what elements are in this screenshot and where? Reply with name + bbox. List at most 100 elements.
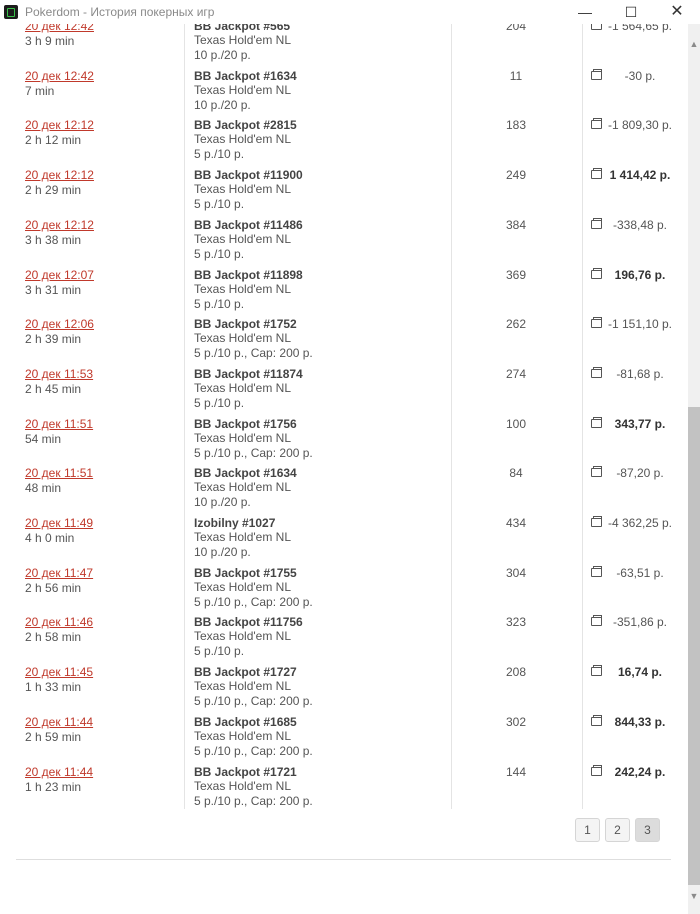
- date-link[interactable]: 20 дек 12:12: [25, 118, 94, 132]
- page-3-button[interactable]: 3: [635, 818, 660, 842]
- table-name: BB Jackpot #1755: [194, 565, 297, 580]
- date-link[interactable]: 20 дек 12:42: [25, 69, 94, 83]
- result-amount: 844,33 р.: [614, 714, 666, 729]
- wallet-icon[interactable]: [591, 118, 602, 130]
- date-link[interactable]: 20 дек 11:51: [25, 466, 93, 480]
- wallet-icon[interactable]: [591, 168, 602, 180]
- table-name: BB Jackpot #11898: [194, 267, 303, 282]
- wallet-icon[interactable]: [591, 267, 602, 279]
- hands-count: 208: [505, 665, 527, 680]
- vertical-scrollbar[interactable]: ▲ ▼: [688, 24, 700, 914]
- game-type: Texas Hold'em NL: [194, 33, 291, 47]
- wallet-icon[interactable]: [591, 317, 602, 329]
- stakes: 5 р./10 р., Cap: 200 р.: [194, 793, 313, 808]
- date-link[interactable]: 20 дек 12:12: [25, 168, 94, 182]
- game-history-list: 20 дек 12:42 3 h 9 min BB Jackpot #565 Texa…: [0, 24, 688, 914]
- hands-count: 100: [505, 416, 527, 431]
- wallet-icon[interactable]: [591, 24, 602, 30]
- wallet-icon[interactable]: [591, 764, 602, 776]
- close-button[interactable]: ✕: [654, 0, 700, 24]
- hands-count: 434: [505, 516, 527, 530]
- game-duration: 3 h 38 min: [25, 232, 82, 247]
- table-name: BB Jackpot #1727: [194, 665, 297, 680]
- hands-count: 262: [505, 317, 527, 332]
- table-name: BB Jackpot #1756: [194, 416, 297, 431]
- pokerdom-app-icon: [4, 5, 18, 19]
- stakes: 5 р./10 р., Cap: 200 р.: [194, 694, 313, 709]
- minimize-button[interactable]: —: [562, 0, 608, 24]
- scroll-up-arrow-icon[interactable]: ▲: [688, 38, 700, 50]
- wallet-icon[interactable]: [591, 68, 602, 80]
- table-row: 20 дек 12:42 7 min BB Jackpot #1634 Texas H…: [0, 68, 688, 119]
- game-duration: 2 h 29 min: [25, 183, 82, 198]
- date-link[interactable]: 20 дек 11:45: [25, 665, 93, 679]
- page-1-button[interactable]: 1: [575, 818, 600, 842]
- result-amount: 196,76 р.: [614, 267, 666, 282]
- stakes: 10 р./20 р.: [194, 48, 251, 62]
- result-amount: 1 414,42 р.: [609, 168, 671, 183]
- wallet-icon[interactable]: [591, 665, 602, 677]
- hands-count: 11: [509, 68, 523, 83]
- game-type: Texas Hold'em NL: [194, 82, 291, 97]
- game-duration: 2 h 56 min: [25, 580, 82, 595]
- table-name: BB Jackpot #1721: [194, 764, 297, 779]
- wallet-icon[interactable]: [591, 466, 602, 478]
- table-name: BB Jackpot #11900: [194, 168, 303, 183]
- wallet-icon[interactable]: [591, 416, 602, 428]
- table-row: 20 дек 11:44 1 h 23 min BB Jackpot #1721 Te…: [0, 764, 688, 815]
- wallet-icon[interactable]: [591, 217, 602, 229]
- game-duration: 1 h 33 min: [25, 680, 82, 695]
- table-row: 20 дек 11:46 2 h 58 min BB Jackpot #11756 T…: [0, 615, 688, 665]
- date-link[interactable]: 20 дек 12:07: [25, 268, 94, 282]
- table-name: BB Jackpot #1634: [194, 466, 297, 481]
- game-type: Texas Hold'em NL: [194, 480, 291, 495]
- page-2-button[interactable]: 2: [605, 818, 630, 842]
- result-amount: -338,48 р.: [612, 217, 668, 232]
- game-type: Texas Hold'em NL: [194, 579, 291, 594]
- table-name: BB Jackpot #1685: [194, 714, 297, 729]
- table-row: 20 дек 11:47 2 h 56 min BB Jackpot #1755 Te…: [0, 565, 688, 616]
- game-type: Texas Hold'em NL: [194, 778, 291, 793]
- game-type: Texas Hold'em NL: [194, 331, 291, 346]
- table-row: 20 дек 11:49 4 h 0 min Izobilny #1027 Texas…: [0, 516, 688, 566]
- maximize-button[interactable]: ☐: [608, 0, 654, 24]
- wallet-icon[interactable]: [591, 565, 602, 577]
- game-duration: 2 h 59 min: [25, 729, 82, 744]
- stakes: 5 р./10 р.: [194, 246, 245, 261]
- date-link[interactable]: 20 дек 12:12: [25, 218, 94, 232]
- date-link[interactable]: 20 дек 11:47: [25, 566, 93, 580]
- game-duration: 54 min: [25, 431, 62, 446]
- game-duration: 2 h 58 min: [25, 630, 82, 645]
- wallet-icon[interactable]: [591, 714, 602, 726]
- table-row: 20 дек 11:51 54 min BB Jackpot #1756 Texas …: [0, 416, 688, 467]
- scroll-down-arrow-icon[interactable]: ▼: [688, 890, 700, 902]
- stakes: 5 р./10 р., Cap: 200 р.: [194, 346, 313, 361]
- table-name: BB Jackpot #1634: [194, 68, 297, 83]
- hands-count: 384: [505, 217, 527, 232]
- date-link[interactable]: 20 дек 11:51: [25, 417, 93, 431]
- wallet-icon[interactable]: [591, 516, 602, 527]
- date-link[interactable]: 20 дек 11:46: [25, 615, 93, 629]
- wallet-icon[interactable]: [591, 615, 602, 627]
- date-link[interactable]: 20 дек 12:06: [25, 317, 94, 331]
- game-type: Texas Hold'em NL: [194, 430, 291, 445]
- date-link[interactable]: 20 дек 12:42: [25, 24, 94, 33]
- date-link[interactable]: 20 дек 11:44: [25, 715, 93, 729]
- game-duration: 4 h 0 min: [25, 531, 75, 545]
- game-duration: 2 h 45 min: [25, 381, 82, 396]
- wallet-icon[interactable]: [591, 366, 602, 378]
- result-amount: 343,77 р.: [614, 416, 666, 431]
- scrollbar-thumb[interactable]: [688, 407, 700, 885]
- table-row: 20 дек 12:12 2 h 12 min BB Jackpot #2815 Te…: [0, 118, 688, 168]
- date-link[interactable]: 20 дек 11:44: [25, 765, 93, 779]
- game-duration: 2 h 39 min: [25, 332, 82, 347]
- date-link[interactable]: 20 дек 11:53: [25, 367, 93, 381]
- title-bar: Pokerdom - История покерных игр — ☐ ✕: [0, 0, 700, 24]
- hands-count: 144: [505, 764, 527, 779]
- date-link[interactable]: 20 дек 11:49: [25, 516, 93, 530]
- game-type: Texas Hold'em NL: [194, 281, 291, 296]
- game-type: Texas Hold'em NL: [194, 728, 291, 743]
- game-duration: 48 min: [25, 481, 62, 496]
- hands-count: 84: [509, 466, 523, 481]
- table-row: 20 дек 11:53 2 h 45 min BB Jackpot #11874 T…: [0, 366, 688, 417]
